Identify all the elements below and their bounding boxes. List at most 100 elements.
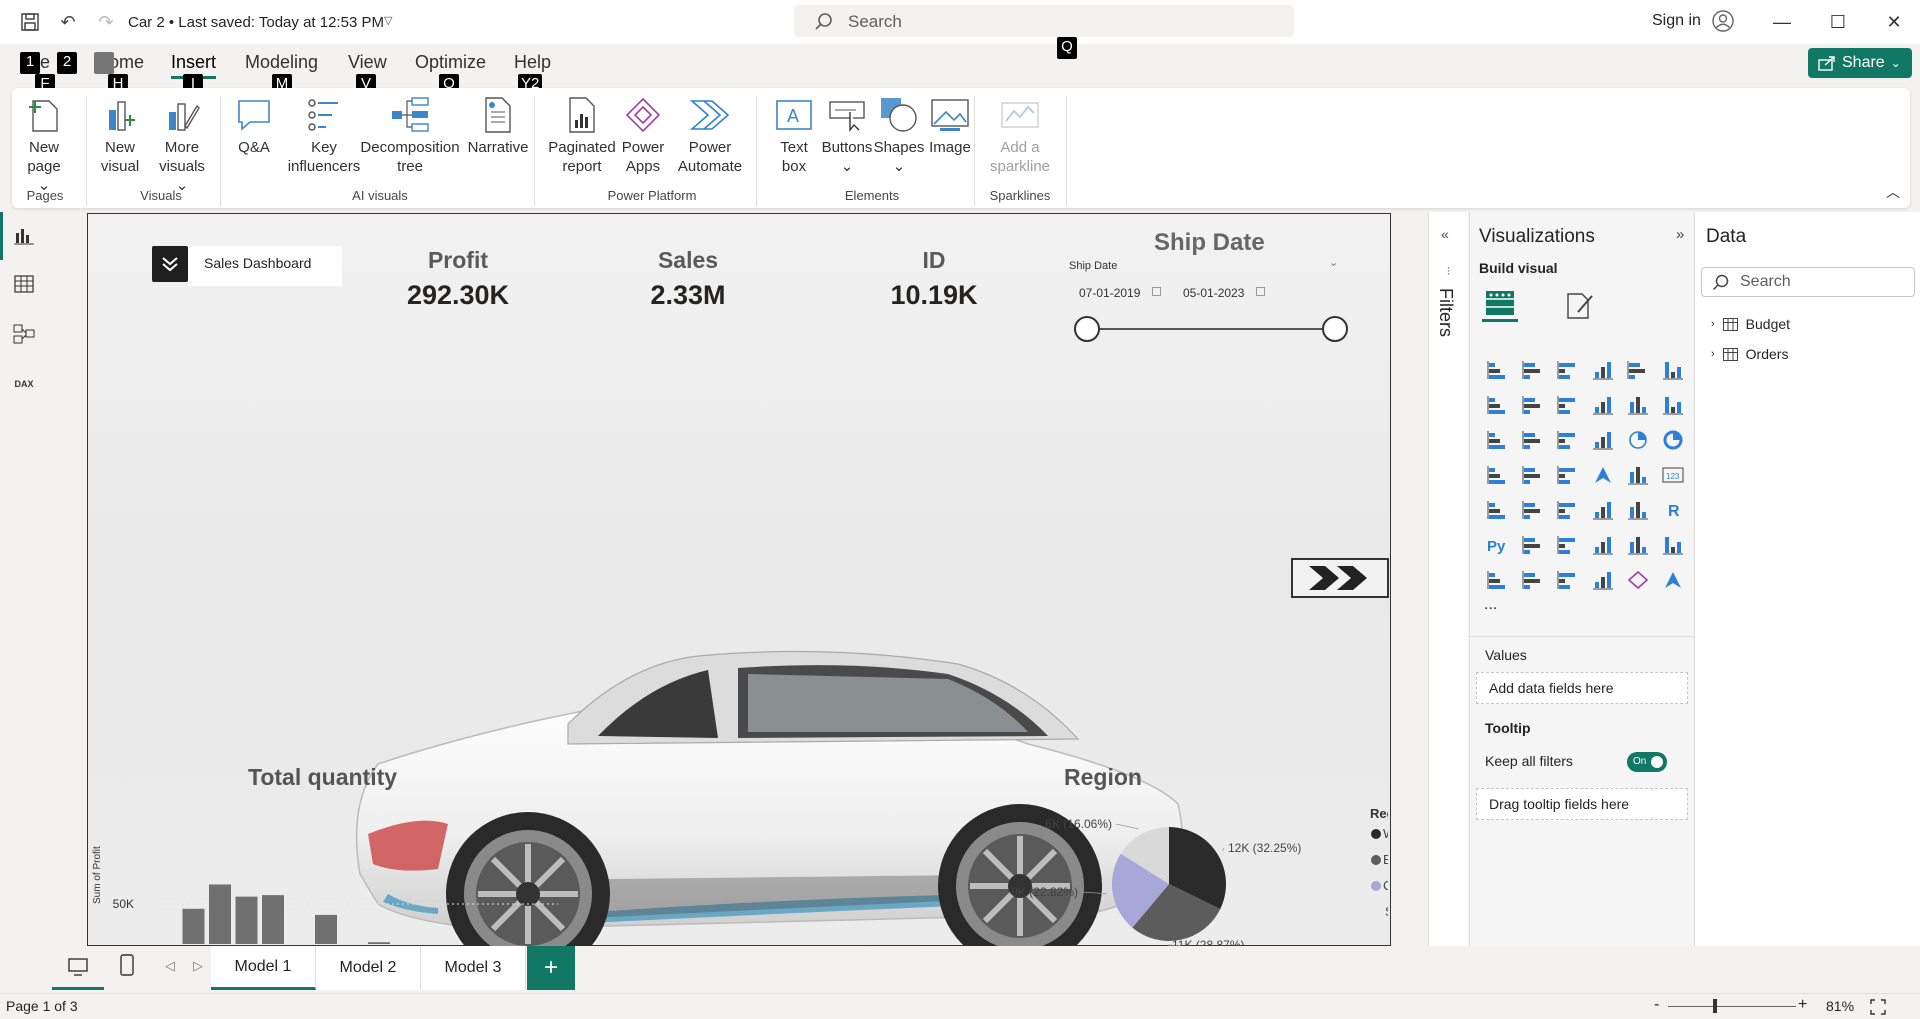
map-icon[interactable] (1515, 457, 1550, 492)
account-icon[interactable] (1712, 10, 1734, 35)
calendar-icon[interactable] (1256, 287, 1265, 296)
save-icon[interactable] (16, 8, 44, 36)
more-visuals-ellipsis[interactable]: ... (1484, 596, 1497, 614)
redo-icon[interactable]: ↷ (92, 8, 120, 36)
filters-pane[interactable]: « ⫶ Filters (1428, 212, 1468, 947)
image-button[interactable]: Image (924, 92, 976, 157)
keep-filters-toggle[interactable]: On (1627, 752, 1667, 772)
bar-chart[interactable]: Sum of Profit 50K 0K 0 5 10 (88, 794, 568, 944)
shapes-button[interactable]: Shapes ⌄ (870, 92, 928, 176)
multi-row-card-icon[interactable] (1480, 492, 1515, 527)
stacked-column-icon[interactable] (1515, 352, 1550, 387)
nav-menu-button[interactable] (152, 246, 188, 282)
share-button[interactable]: Share ⌄ (1808, 48, 1912, 78)
key-influencers-icon[interactable] (1515, 527, 1550, 562)
funnel-icon[interactable] (1550, 422, 1585, 457)
menu-optimize[interactable]: Optimize (415, 52, 486, 73)
new-card-icon[interactable] (1515, 562, 1550, 597)
bar-mark[interactable] (182, 908, 205, 944)
slicer-start-handle[interactable] (1074, 316, 1100, 342)
power-automate-icon[interactable] (1655, 562, 1690, 597)
mobile-layout-icon[interactable] (120, 954, 134, 979)
azure-map-icon[interactable] (1585, 457, 1620, 492)
r-visual-icon[interactable]: R (1655, 492, 1690, 527)
legend-label[interactable]: West (1383, 826, 1388, 841)
minimize-icon[interactable]: — (1760, 8, 1804, 36)
bar-mark[interactable] (368, 942, 390, 944)
zoom-in-icon[interactable]: + (1798, 996, 1807, 1014)
100-area-icon[interactable] (1585, 387, 1620, 422)
new-page-button[interactable]: New page ⌄ (20, 92, 68, 195)
collapse-ribbon-icon[interactable]: ︿ (1886, 182, 1900, 202)
100-bar-icon[interactable] (1620, 352, 1655, 387)
next-page-button[interactable] (1291, 558, 1389, 598)
python-visual-icon[interactable]: Py (1480, 527, 1515, 562)
line-column-icon[interactable] (1620, 387, 1655, 422)
menu-modeling[interactable]: Modeling (245, 52, 318, 73)
ribbon-icon[interactable] (1480, 422, 1515, 457)
menu-help[interactable]: Help (514, 52, 551, 73)
area-icon[interactable] (1515, 387, 1550, 422)
stacked-area-icon[interactable] (1550, 387, 1585, 422)
more-visuals-button[interactable]: More visuals ⌄ (152, 92, 212, 195)
decomposition-tree-button[interactable]: Decomposition tree (356, 92, 464, 176)
bar-mark[interactable] (262, 895, 284, 944)
search-input[interactable]: Search (794, 5, 1294, 37)
build-visual-tab[interactable] (1482, 286, 1518, 322)
legend-label[interactable]: East (1383, 852, 1388, 867)
decomposition-tree-icon[interactable] (1550, 527, 1585, 562)
sign-in-link[interactable]: Sign in (1652, 12, 1701, 30)
paginated-report-button[interactable]: Paginated report (544, 92, 620, 176)
donut-icon[interactable] (1655, 422, 1690, 457)
narrative-icon[interactable] (1620, 527, 1655, 562)
add-sparkline-button[interactable]: Add a sparkline (978, 92, 1062, 176)
table-icon[interactable] (1585, 492, 1620, 527)
narrative-button[interactable]: Narrative (460, 92, 536, 157)
pie-icon[interactable] (1620, 422, 1655, 457)
collapse-filters-icon[interactable]: « (1441, 226, 1449, 242)
page-tab-model-1[interactable]: Model 1 (211, 946, 316, 990)
slicer-chevron-icon[interactable]: ⌄ (1329, 256, 1338, 269)
tooltip-drop-well[interactable]: Drag tooltip fields here (1476, 788, 1688, 820)
power-apps-icon[interactable] (1620, 562, 1655, 597)
filters-label[interactable]: Filters (1435, 288, 1456, 337)
key-influencers-button[interactable]: Key influencers (284, 92, 364, 176)
line-icon[interactable] (1480, 387, 1515, 422)
zoom-slider-track[interactable] (1668, 1006, 1796, 1007)
clustered-column-icon[interactable] (1585, 352, 1620, 387)
arcgis-icon[interactable] (1585, 562, 1620, 597)
legend-label[interactable]: Central (1383, 878, 1388, 893)
filled-map-icon[interactable] (1550, 457, 1585, 492)
chevron-down-icon[interactable]: ▽ (384, 14, 392, 27)
card-icon[interactable]: 123 (1655, 457, 1690, 492)
menu-view[interactable]: View (348, 52, 387, 73)
matrix-icon[interactable] (1620, 492, 1655, 527)
bar-mark[interactable] (209, 884, 231, 944)
qa-button[interactable]: Q&A (230, 92, 278, 157)
bar-mark[interactable] (235, 896, 258, 944)
page-tab-model-3[interactable]: Model 3 (421, 946, 526, 990)
metrics-icon[interactable] (1655, 527, 1690, 562)
format-visual-tab[interactable] (1564, 290, 1594, 323)
model-view-icon[interactable] (10, 320, 38, 348)
dax-query-view-icon[interactable]: DAX (10, 370, 38, 398)
data-search-input[interactable]: Search (1701, 267, 1915, 297)
values-drop-well[interactable]: Add data fields here (1476, 672, 1688, 704)
add-page-button[interactable]: + (527, 946, 575, 990)
next-tab-icon[interactable]: ▷ (193, 958, 203, 974)
prev-page-icon[interactable]: ◁ (165, 958, 175, 974)
page-tab-model-2[interactable]: Model 2 (316, 946, 421, 990)
table-view-icon[interactable] (10, 270, 38, 298)
paginated-icon[interactable] (1480, 562, 1515, 597)
table-item-budget[interactable]: › Budget (1711, 316, 1790, 332)
pie-chart[interactable]: 12K (32.25%) 11K (28.87%) 9K (22.82%) 6K (1… (888, 796, 1388, 946)
kpi-icon[interactable] (1515, 492, 1550, 527)
treemap-icon[interactable] (1480, 457, 1515, 492)
zoom-out-icon[interactable]: - (1654, 996, 1659, 1014)
line-clustered-column-icon[interactable] (1655, 387, 1690, 422)
report-canvas[interactable]: Sales Dashboard Profit 292.30K Sales 2.3… (87, 213, 1391, 974)
100-column-icon[interactable] (1655, 352, 1690, 387)
power-apps-button[interactable]: Power Apps (618, 92, 668, 176)
waterfall-icon[interactable] (1515, 422, 1550, 457)
new-slicer-icon[interactable] (1550, 562, 1585, 597)
